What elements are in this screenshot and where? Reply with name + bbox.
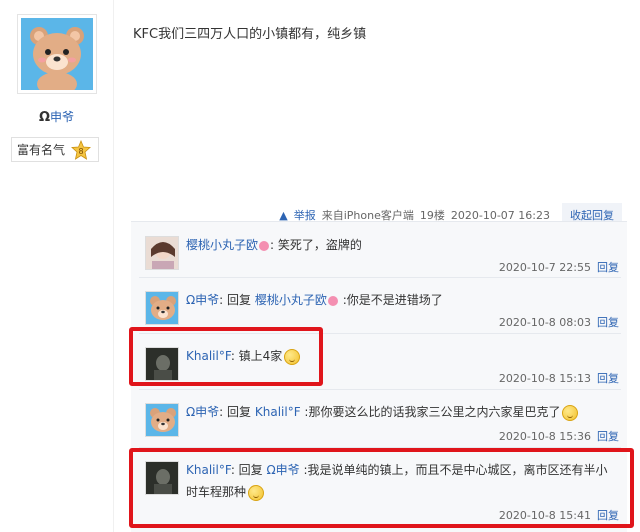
reply-username[interactable]: Ω申爷 — [186, 405, 219, 419]
user-sidebar: Ω申爷 富有名气 8 — [0, 0, 113, 532]
reply-button[interactable]: 回复 — [597, 316, 619, 329]
emoji-icon — [327, 295, 338, 306]
reply-word: : 回复 — [219, 293, 255, 307]
reply-time: 2020-10-8 15:36 — [498, 430, 591, 443]
reply-separator — [139, 277, 621, 278]
reply-text: Ω申爷: 回复 Khalil°F :那你要这么比的话我家三公里之内六家星巴克了 — [186, 402, 579, 422]
reply-time: 2020-10-8 15:13 — [498, 372, 591, 385]
reply-username[interactable]: Ω申爷 — [186, 293, 219, 307]
reply-meta: 2020-10-8 15:36 回复 — [499, 428, 619, 444]
reply-time: 2020-10-8 08:03 — [498, 316, 591, 329]
report-icon[interactable]: ▲ — [279, 209, 287, 222]
reply-text: Ω申爷: 回复 樱桃小丸子欧 :你是不是进错场了 — [186, 290, 443, 310]
omega-symbol: Ω — [38, 110, 51, 125]
reply-avatar[interactable] — [145, 291, 179, 325]
reply-target[interactable]: 樱桃小丸子欧 — [255, 293, 327, 307]
reply-word: : 回复 — [219, 405, 255, 419]
reply-button[interactable]: 回复 — [597, 261, 619, 274]
user-avatar[interactable] — [17, 14, 97, 94]
reply-body: : 笑死了，盗牌的 — [270, 238, 362, 252]
badge-level: 8 — [78, 147, 83, 156]
smile-emoji-icon — [562, 404, 579, 421]
level-star-icon: 8 — [71, 139, 91, 160]
bear-avatar-image — [21, 18, 93, 90]
column-divider — [113, 0, 114, 532]
reputation-badge: 富有名气 8 — [11, 137, 99, 162]
emoji-icon — [259, 240, 270, 251]
reply-meta: 2020-10-7 22:55 回复 — [499, 259, 619, 275]
reply-body: :你是不是进错场了 — [338, 293, 443, 307]
reply-meta: 2020-10-8 08:03 回复 — [499, 314, 619, 330]
post-time: 2020-10-07 16:23 — [450, 208, 550, 222]
highlight-box — [129, 448, 634, 528]
username-text[interactable]: 申爷 — [50, 110, 74, 124]
reply-meta: 2020-10-8 15:13 回复 — [499, 370, 619, 386]
reply-body: :那你要这么比的话我家三公里之内六家星巴克了 — [300, 405, 561, 419]
reply-avatar[interactable] — [145, 236, 179, 270]
reply-separator — [139, 389, 621, 390]
reply-button[interactable]: 回复 — [597, 372, 619, 385]
highlight-box — [129, 327, 323, 386]
reply-button[interactable]: 回复 — [597, 430, 619, 443]
reply-avatar[interactable] — [145, 403, 179, 437]
reply-text: 樱桃小丸子欧 : 笑死了，盗牌的 — [186, 235, 362, 255]
reply-target[interactable]: Khalil°F — [255, 405, 301, 419]
post-content: KFC我们三四万人口的小镇都有，纯乡镇 — [133, 27, 367, 42]
badge-label: 富有名气 — [17, 143, 66, 157]
reply-username[interactable]: 樱桃小丸子欧 — [186, 238, 258, 252]
reply-time: 2020-10-7 22:55 — [498, 261, 591, 274]
username[interactable]: Ω申爷 — [0, 108, 113, 125]
